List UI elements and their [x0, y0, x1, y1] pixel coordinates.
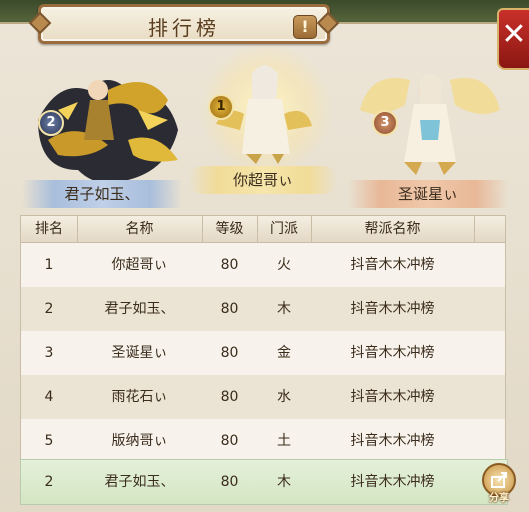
header-name: 名称 — [77, 216, 203, 242]
header-sect: 门派 — [257, 216, 312, 242]
rank-badge-3: 3 — [372, 110, 398, 136]
rank-badge-1: 1 — [208, 94, 234, 120]
leaderboard-table: 排名 名称 等级 门派 帮派名称 1 你超哥ぃ 80 火 抖音木木冲榜 2 君子… — [20, 215, 506, 463]
row-name: 君子如玉、 — [104, 301, 175, 317]
row-sect: 木 — [277, 301, 291, 317]
title-plate: 排行榜 ! — [38, 4, 330, 44]
table-header: 排名 名称 等级 门派 帮派名称 — [21, 216, 505, 243]
podium-name-rank-3: 圣诞星ぃ — [348, 180, 508, 208]
my-level: 80 — [220, 474, 239, 490]
my-rank: 2 — [44, 474, 54, 490]
table-row[interactable]: 4 雨花石ぃ 80 水 抖音木木冲榜 — [21, 375, 505, 420]
row-rank: 2 — [44, 301, 54, 317]
table-row[interactable]: 2 君子如玉、 80 木 抖音木木冲榜 — [21, 287, 505, 332]
share-button[interactable]: 分享 — [478, 461, 520, 504]
table-row[interactable]: 5 版纳哥ぃ 80 土 抖音木木冲榜 — [21, 419, 505, 463]
my-sect: 木 — [277, 474, 291, 490]
row-rank: 5 — [44, 433, 54, 449]
row-guild: 抖音木木冲榜 — [350, 345, 435, 361]
row-level: 80 — [220, 301, 239, 317]
row-sect: 水 — [277, 389, 291, 405]
podium-name-rank-1: 你超哥ぃ — [188, 166, 338, 194]
row-level: 80 — [220, 389, 239, 405]
rank-badge-2: 2 — [38, 110, 64, 136]
header-rank: 排名 — [21, 216, 78, 242]
share-label: 分享 — [489, 493, 509, 504]
row-name: 雨花石ぃ — [111, 389, 168, 405]
row-sect: 金 — [277, 345, 291, 361]
row-name: 版纳哥ぃ — [111, 433, 168, 449]
my-guild: 抖音木木冲榜 — [350, 474, 435, 490]
row-rank: 1 — [44, 257, 54, 273]
row-level: 80 — [220, 257, 239, 273]
header-guild: 帮派名称 — [311, 216, 475, 242]
row-level: 80 — [220, 345, 239, 361]
row-rank: 3 — [44, 345, 54, 361]
table-row[interactable]: 1 你超哥ぃ 80 火 抖音木木冲榜 — [21, 243, 505, 288]
row-guild: 抖音木木冲榜 — [350, 433, 435, 449]
row-level: 80 — [220, 433, 239, 449]
row-name: 你超哥ぃ — [111, 257, 168, 273]
row-rank: 4 — [44, 389, 54, 405]
row-guild: 抖音木木冲榜 — [350, 301, 435, 317]
info-button[interactable]: ! — [293, 15, 317, 39]
my-rank-row: 2 君子如玉、 80 木 抖音木木冲榜 — [20, 459, 508, 505]
table-row[interactable]: 3 圣诞星ぃ 80 金 抖音木木冲榜 — [21, 331, 505, 376]
row-guild: 抖音木木冲榜 — [350, 257, 435, 273]
row-sect: 火 — [277, 257, 291, 273]
row-name: 圣诞星ぃ — [111, 345, 168, 361]
podium-name-rank-2: 君子如玉、 — [22, 180, 182, 208]
my-name: 君子如玉、 — [104, 474, 175, 490]
row-guild: 抖音木木冲榜 — [350, 389, 435, 405]
header-level: 等级 — [202, 216, 258, 242]
page-title: 排行榜 — [148, 16, 220, 40]
row-sect: 土 — [277, 433, 291, 449]
